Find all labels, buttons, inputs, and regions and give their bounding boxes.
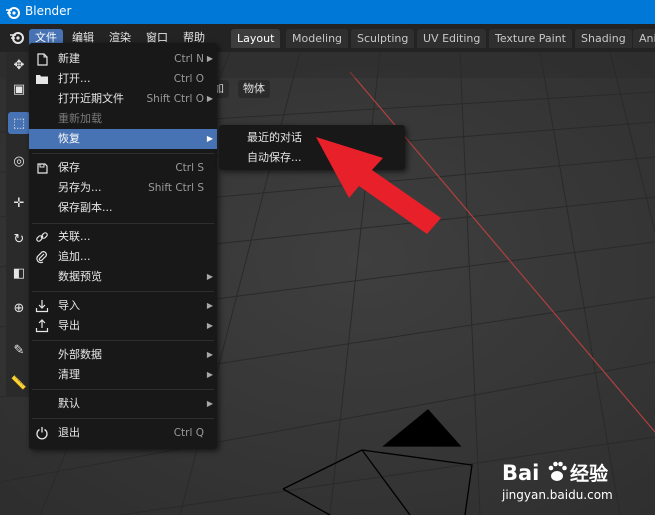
chevron-right-icon: ▶ — [206, 301, 213, 310]
menu-separator — [32, 291, 214, 292]
recover-submenu: 最近的对话 自动保存... — [219, 125, 405, 170]
file-menu-revert: 重新加载 — [58, 112, 102, 125]
file-menu-dropdown: 新建 Ctrl N ▶ 打开... Ctrl O 打开近期文件 Shift Ct… — [29, 43, 217, 449]
cursor-tool-icon[interactable]: ◎ — [8, 150, 30, 172]
tab-animation[interactable]: Ani — [633, 29, 655, 48]
file-menu-save-copy[interactable]: 保存副本... — [29, 198, 217, 218]
chevron-right-icon: ▶ — [206, 350, 213, 359]
file-menu-open-recent[interactable]: 打开近期文件 Shift Ctrl O ▶ — [29, 89, 217, 109]
scale-tool-icon[interactable]: ◧ — [8, 262, 30, 284]
folder-icon — [35, 72, 49, 86]
chevron-right-icon: ▶ — [206, 399, 213, 408]
watermark-brand: Bai — [502, 461, 539, 485]
chevron-right-icon: ▶ — [206, 272, 213, 281]
tab-sculpting[interactable]: Sculpting — [351, 29, 415, 48]
import-icon — [35, 299, 49, 313]
save-icon — [35, 161, 49, 175]
window-titlebar: Blender — [0, 0, 655, 24]
recover-auto-save[interactable]: 自动保存... — [219, 148, 405, 168]
file-menu-link[interactable]: 关联... — [29, 227, 217, 247]
object-menu-button[interactable]: 物体 — [238, 80, 270, 98]
transform-tool-icon[interactable]: ✥ — [8, 54, 30, 76]
transform-gizmo-icon[interactable]: ⊕ — [8, 297, 30, 319]
chevron-right-icon: ▶ — [206, 134, 213, 143]
file-menu-append[interactable]: 追加... — [29, 247, 217, 267]
menu-separator — [32, 340, 214, 341]
power-icon — [35, 426, 49, 440]
file-menu-save-as[interactable]: 另存为... Shift Ctrl S — [29, 178, 217, 198]
file-menu-defaults[interactable]: 默认 ▶ — [29, 394, 217, 414]
select-box-tool-icon[interactable]: ⬚ — [8, 112, 30, 134]
menu-separator — [32, 389, 214, 390]
file-menu-external-data[interactable]: 外部数据 ▶ — [29, 345, 217, 365]
paperclip-icon — [35, 250, 49, 264]
file-menu-clean-up[interactable]: 清理 ▶ — [29, 365, 217, 385]
chevron-right-icon: ▶ — [206, 370, 213, 379]
file-menu-save[interactable]: 保存 Ctrl S — [29, 158, 217, 178]
move-tool-icon[interactable]: ✛ — [8, 192, 30, 214]
chevron-right-icon: ▶ — [206, 321, 213, 330]
tab-modeling[interactable]: Modeling — [286, 29, 349, 48]
export-icon — [35, 319, 49, 333]
link-icon — [35, 230, 49, 244]
menu-separator — [32, 223, 214, 224]
select-mode-icon[interactable]: ▣ — [8, 78, 30, 100]
tab-uv-editing[interactable]: UV Editing — [417, 29, 487, 48]
file-menu-quit[interactable]: 退出 Ctrl Q — [29, 423, 217, 443]
rotate-tool-icon[interactable]: ↻ — [8, 228, 30, 250]
tab-layout[interactable]: Layout — [231, 29, 281, 48]
measure-tool-icon[interactable]: 📏 — [8, 372, 30, 394]
baidu-jingyan-watermark: Bai 经验 jingyan.baidu.com — [500, 456, 650, 509]
recover-last-session[interactable]: 最近的对话 — [219, 128, 405, 148]
tab-shading[interactable]: Shading — [575, 29, 632, 48]
annotate-tool-icon[interactable]: ✎ — [8, 339, 30, 361]
file-menu-import[interactable]: 导入 ▶ — [29, 296, 217, 316]
window-title: Blender — [25, 4, 72, 18]
menu-separator — [32, 418, 214, 419]
chevron-right-icon: ▶ — [206, 94, 213, 103]
watermark-suffix: 经验 — [570, 462, 609, 485]
file-menu-data-previews[interactable]: 数据预览 ▶ — [29, 267, 217, 287]
paw-icon — [548, 461, 567, 481]
tab-texture-paint[interactable]: Texture Paint — [489, 29, 572, 48]
file-menu-open[interactable]: 打开... Ctrl O — [29, 69, 217, 89]
blender-logo-icon — [5, 4, 21, 23]
new-file-icon — [35, 52, 49, 66]
chevron-right-icon: ▶ — [206, 54, 213, 63]
watermark-url: jingyan.baidu.com — [501, 488, 613, 502]
blender-menu-icon[interactable] — [9, 29, 25, 48]
menu-separator — [32, 153, 214, 154]
file-menu-export[interactable]: 导出 ▶ — [29, 316, 217, 336]
file-menu-recover[interactable]: 恢复 ▶ — [29, 129, 217, 149]
file-menu-new[interactable]: 新建 Ctrl N ▶ — [29, 49, 217, 69]
